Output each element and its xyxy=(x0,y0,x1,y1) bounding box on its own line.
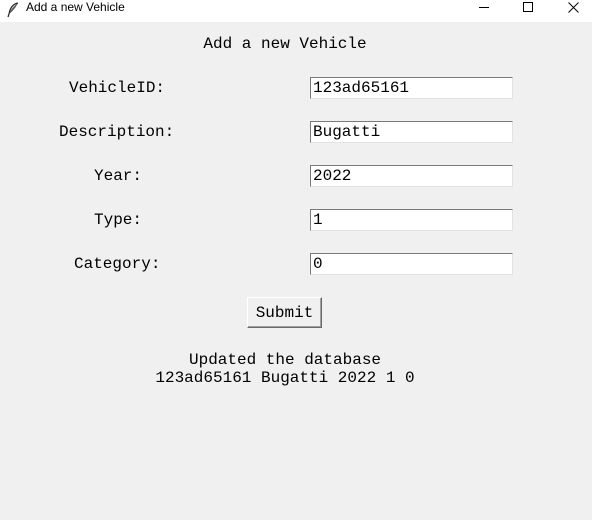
status-message: Updated the database 123ad65161 Bugatti … xyxy=(0,351,570,387)
feather-icon xyxy=(7,2,19,18)
category-label: Category: xyxy=(74,255,161,273)
maximize-button[interactable] xyxy=(505,0,551,14)
minimize-icon xyxy=(479,7,489,8)
year-label: Year: xyxy=(94,167,143,185)
type-label: Type: xyxy=(94,211,143,229)
status-line-1: Updated the database xyxy=(188,351,382,369)
window-title: Add a new Vehicle xyxy=(26,0,125,14)
maximize-icon xyxy=(523,2,533,12)
submit-button[interactable]: Submit xyxy=(247,297,322,328)
category-input[interactable] xyxy=(310,253,513,275)
close-button[interactable] xyxy=(550,0,592,14)
year-input[interactable] xyxy=(310,165,513,187)
close-icon xyxy=(567,1,579,13)
description-label: Description: xyxy=(59,123,175,141)
minimize-button[interactable] xyxy=(461,0,507,14)
vehicle-id-input[interactable] xyxy=(310,77,513,99)
form-heading: Add a new Vehicle xyxy=(203,35,367,53)
type-input[interactable] xyxy=(310,209,513,231)
vehicle-id-label: VehicleID: xyxy=(69,79,166,97)
description-input[interactable] xyxy=(310,121,513,143)
status-line-2: 123ad65161 Bugatti 2022 1 0 xyxy=(155,369,415,387)
title-bar[interactable]: Add a new Vehicle xyxy=(0,0,592,22)
